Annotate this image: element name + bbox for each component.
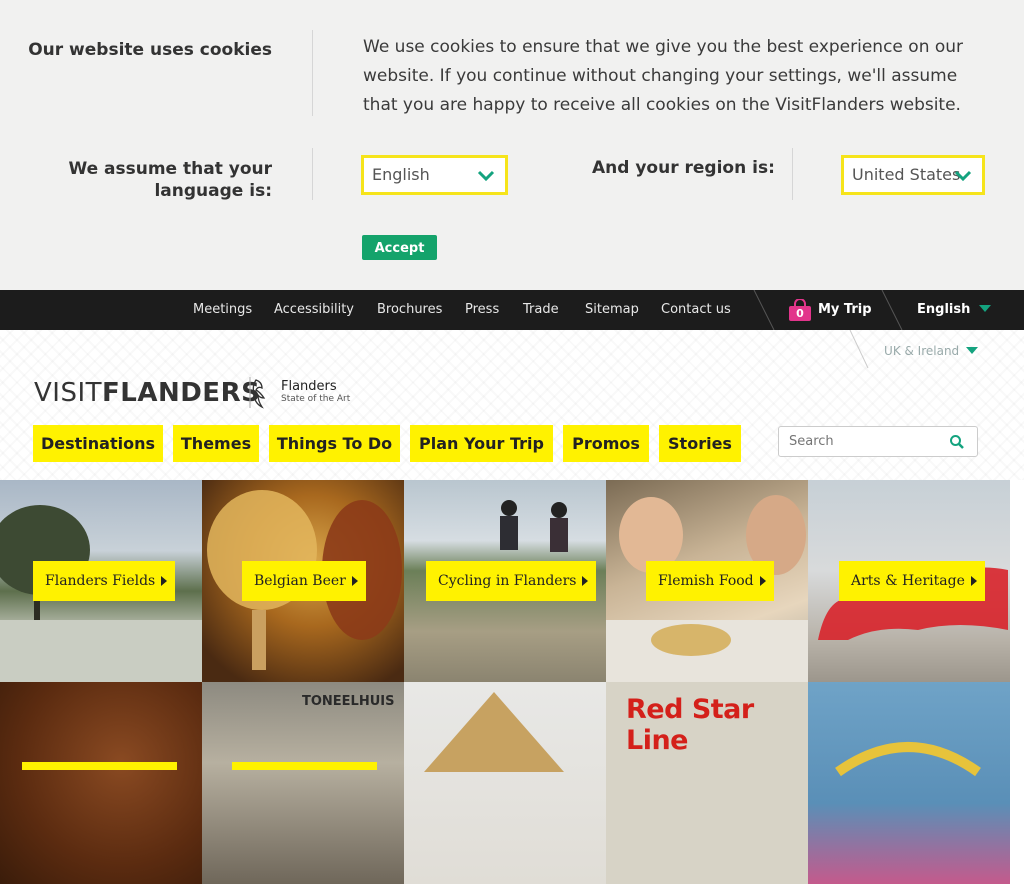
utility-nav: Meetings Accessibility Brochures Press T… [0,290,1024,330]
chevron-down-icon [954,170,972,182]
flanders-name: Flanders [281,379,337,394]
divider [753,290,775,330]
arrow-right-icon [970,576,977,586]
mytrip-link[interactable]: My Trip [818,290,872,330]
tile-flemish-food[interactable]: Flemish Food [606,480,808,682]
tile-flanders-fields[interactable]: Flanders Fields [0,480,202,682]
cookie-heading: Our website uses cookies [28,40,272,60]
mytrip-bag-icon[interactable]: 0 [788,298,812,321]
nav-link-contact[interactable]: Contact us [661,290,731,330]
tile-chocolate[interactable] [0,682,202,884]
region-switch-label: UK & Ireland [884,344,960,358]
tile-festival[interactable] [808,682,1010,884]
tile-label[interactable]: Flemish Food [646,561,774,601]
logo-flanders: FLANDERS [102,378,261,408]
cookie-message: We use cookies to ensure that we give yo… [363,37,964,115]
divider [312,30,313,116]
tile-label-partial [22,762,177,770]
language-label: We assume that your language is: [68,159,272,201]
mainnav-destinations[interactable]: Destinations [33,425,163,462]
site-header: UK & Ireland VISITFLANDERS Flanders Stat… [0,330,1024,480]
arrow-right-icon [351,576,358,586]
nav-link-press[interactable]: Press [465,290,499,330]
language-select[interactable]: English [361,155,508,195]
tile-city[interactable]: TONEELHUIS [202,682,404,884]
mainnav-things-to-do[interactable]: Things To Do [269,425,400,462]
language-select-value: English [372,165,430,184]
tile-label-text: Flemish Food [658,573,754,589]
tile-label-text: Cycling in Flanders [438,573,577,589]
chevron-down-icon [477,170,495,182]
cookie-banner: Our website uses cookies We use cookies … [0,0,1024,290]
mainnav-plan-your-trip[interactable]: Plan Your Trip [410,425,553,462]
tile-label[interactable]: Arts & Heritage [839,561,985,601]
region-switch[interactable]: UK & Ireland [884,344,978,358]
nav-link-sitemap[interactable]: Sitemap [585,290,639,330]
arrow-right-icon [582,576,589,586]
divider [312,148,313,200]
festival-stage-photo [835,742,981,777]
region-label: And your region is: [592,158,775,178]
mainnav-stories[interactable]: Stories [659,425,741,462]
region-select[interactable]: United States [841,155,985,195]
divider [881,290,903,330]
search-icon[interactable] [949,434,965,450]
mytrip-count: 0 [796,307,804,320]
building-sign: TONEELHUIS [302,694,395,709]
arrow-right-icon [161,576,168,586]
language-switch[interactable]: English [917,290,991,330]
mainnav-themes[interactable]: Themes [173,425,259,462]
search-box [778,426,978,457]
nav-link-brochures[interactable]: Brochures [377,290,442,330]
tile-label[interactable]: Belgian Beer [242,561,366,601]
caret-down-icon [978,305,991,312]
divider [849,330,869,369]
nav-link-trade[interactable]: Trade [523,290,559,330]
flanders-lion-icon [249,377,266,409]
flanders-tagline: State of the Art [281,394,351,404]
visitflanders-logo[interactable]: VISITFLANDERS [34,378,260,408]
tile-belgian-beer[interactable]: Belgian Beer [202,480,404,682]
wooden-structure-photo [424,692,564,772]
language-switch-label: English [917,302,971,317]
poster-title: Red Star Line [626,694,754,756]
tile-label-partial [232,762,377,770]
nav-link-accessibility[interactable]: Accessibility [274,290,354,330]
tile-label-text: Flanders Fields [45,573,156,589]
search-input[interactable] [787,433,941,450]
logo-visit: VISIT [34,378,103,408]
caret-down-icon [966,347,978,354]
tile-label[interactable]: Flanders Fields [33,561,176,601]
tile-arts-heritage[interactable]: Arts & Heritage [808,480,1010,682]
tile-red-star-line[interactable]: Red Star Line [606,682,808,884]
accept-button[interactable]: Accept [362,235,437,260]
tile-label-text: Belgian Beer [254,573,346,589]
tile-label[interactable]: Cycling in Flanders [426,561,597,601]
tile-architecture[interactable] [404,682,606,884]
divider [792,148,793,200]
tile-label-text: Arts & Heritage [851,573,965,589]
arrow-right-icon [759,576,766,586]
nav-link-meetings[interactable]: Meetings [193,290,252,330]
region-select-value: United States [852,165,961,184]
tile-cycling[interactable]: Cycling in Flanders [404,480,606,682]
mainnav-promos[interactable]: Promos [563,425,649,462]
